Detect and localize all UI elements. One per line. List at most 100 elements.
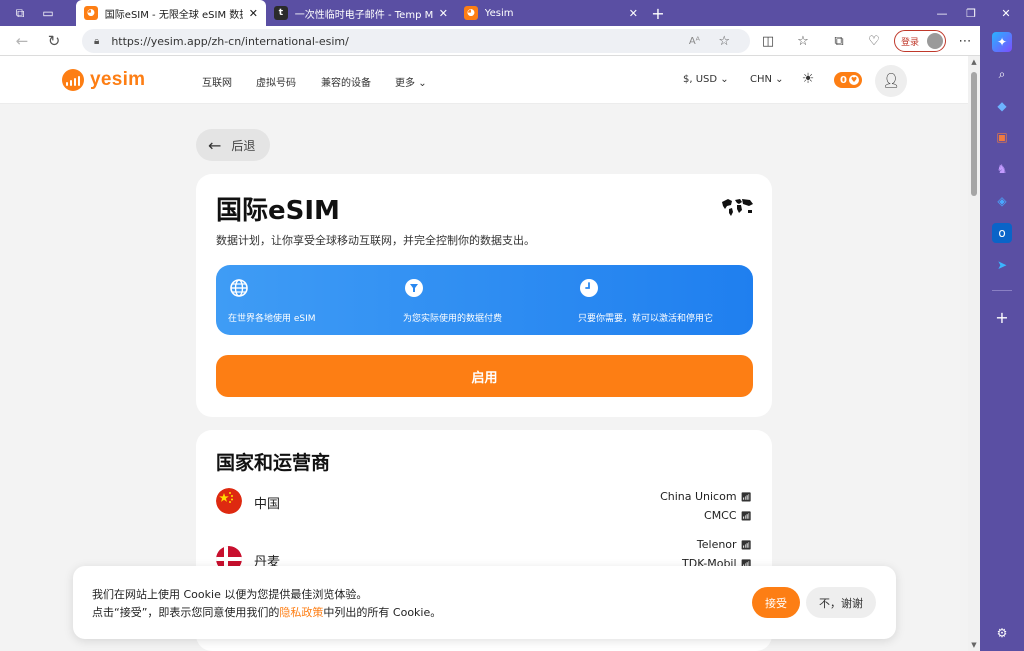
url-field[interactable]: 🔒︎ https://yesim.app/zh-cn/international…: [82, 29, 750, 53]
language-selector[interactable]: CHN ⌄: [750, 74, 784, 85]
refresh-icon[interactable]: ↻: [38, 26, 70, 56]
coins-badge[interactable]: 0 ♥: [834, 72, 862, 88]
nav-virtual-number[interactable]: 虚拟号码: [256, 74, 296, 89]
cookie-text-prefix: 点击“接受”，即表示您同意使用我们的: [92, 606, 280, 619]
browser-essentials-icon[interactable]: ♡: [859, 26, 889, 56]
chevron-down-icon: ⌄: [775, 74, 784, 85]
address-bar-row: ← ↻ 🔒︎ https://yesim.app/zh-cn/internati…: [0, 26, 980, 56]
theme-toggle-sun-icon[interactable]: ☀: [800, 71, 816, 87]
avatar: [927, 33, 943, 49]
arrow-left-icon: ←: [208, 135, 222, 155]
world-map-icon: [722, 199, 753, 216]
scroll-up-icon[interactable]: ▲: [968, 56, 980, 68]
nav-internet[interactable]: 互联网: [202, 74, 232, 89]
currency-label: $, USD: [683, 74, 718, 85]
features-banner: 在世界各地使用 eSIM 为您实际使用的数据付费 只要你需要，就可以激活和停用它: [216, 265, 753, 335]
tab-title: 国际eSIM - 无限全球 eSIM 数据计划: [104, 9, 243, 21]
page-title: 国际eSIM: [216, 196, 340, 226]
cookie-text-line1: 我们在网站上使用 Cookie 以便为您提供最佳浏览体验。: [92, 588, 368, 601]
nav-more[interactable]: 更多 ⌄: [395, 74, 427, 89]
nav-more-label: 更多: [395, 78, 415, 89]
scroll-down-icon[interactable]: ▼: [968, 639, 980, 651]
cookie-banner: 我们在网站上使用 Cookie 以便为您提供最佳浏览体验。 点击“接受”，即表示…: [73, 566, 896, 639]
heart-icon: ♥: [849, 75, 859, 85]
settings-icon[interactable]: ⚙: [992, 623, 1012, 643]
privacy-policy-link[interactable]: 隐私政策: [279, 606, 323, 619]
close-tab-icon[interactable]: ✕: [243, 7, 258, 20]
feature-label: 为您实际使用的数据付费: [403, 314, 503, 324]
operator-name: China Unicom: [660, 490, 737, 503]
copilot-app-icon[interactable]: ◈: [992, 191, 1012, 211]
send-icon[interactable]: ➤: [992, 255, 1012, 275]
read-aloud-icon[interactable]: Aᴬ: [689, 36, 700, 47]
antenna-icon: 📶︎: [740, 512, 752, 522]
filter-icon: [403, 277, 425, 299]
feature-item: 只要你需要，就可以激活和停用它: [578, 277, 713, 324]
minimize-icon[interactable]: —: [926, 0, 958, 26]
lock-icon: 🔒︎: [94, 35, 100, 47]
chevron-down-icon: ⌄: [418, 78, 427, 89]
favorite-star-icon[interactable]: ☆: [718, 34, 730, 49]
clock-icon: [578, 277, 600, 299]
games-icon[interactable]: ♞: [992, 159, 1012, 179]
edge-sidebar: ✦ ⌕ ◆ ▣ ♞ ◈ o ➤ + ⚙: [980, 26, 1024, 651]
page-subtitle: 数据计划，让你享受全球移动互联网，并完全控制你的数据支出。: [216, 234, 535, 247]
cookie-text-line2: 点击“接受”，即表示您同意使用我们的隐私政策中列出的所有 Cookie。: [92, 604, 441, 620]
cookie-text-suffix: 中列出的所有 Cookie。: [323, 606, 442, 619]
globe-icon: [228, 277, 250, 299]
antenna-icon: 📶︎: [740, 541, 752, 551]
country-row-china[interactable]: 中国 China Unicom 📶︎ CMCC 📶︎: [216, 488, 752, 528]
signin-button[interactable]: 登录: [894, 30, 946, 52]
feature-label: 在世界各地使用 eSIM: [228, 314, 316, 324]
collections-icon[interactable]: ⧉: [824, 26, 854, 56]
tab-title: Yesim: [484, 7, 514, 19]
back-button[interactable]: ← 后退: [196, 129, 270, 161]
yesim-favicon-icon: ◕: [84, 6, 98, 20]
decline-cookies-button[interactable]: 不，谢谢: [806, 587, 876, 618]
signin-label: 登录: [901, 37, 920, 48]
favorites-icon[interactable]: ☆: [788, 26, 818, 56]
tab-title: 一次性临时电子邮件 - Temp Mail: [294, 9, 433, 21]
tab-actions-icon[interactable]: ▭: [34, 0, 62, 26]
nav-compatible-devices[interactable]: 兼容的设备: [321, 74, 371, 89]
scrollbar-thumb[interactable]: [971, 72, 977, 196]
country-name: 中国: [254, 497, 281, 512]
close-tab-icon[interactable]: ✕: [623, 7, 638, 20]
close-window-icon[interactable]: ✕: [990, 0, 1022, 26]
restore-icon[interactable]: ❐: [955, 0, 987, 26]
url-text: https://yesim.app/zh-cn/international-es…: [111, 34, 349, 48]
add-icon[interactable]: +: [992, 307, 1012, 327]
search-icon[interactable]: ⌕: [992, 64, 1012, 84]
feature-label: 只要你需要，就可以激活和停用它: [578, 314, 714, 324]
accept-cookies-button[interactable]: 接受: [752, 587, 800, 618]
currency-selector[interactable]: $, USD ⌄: [683, 74, 729, 85]
copilot-icon[interactable]: ✦: [992, 32, 1012, 52]
feature-item: 为您实际使用的数据付费: [403, 277, 502, 324]
temp-mail-favicon-icon: t: [274, 6, 288, 20]
more-options-icon[interactable]: ⋯: [950, 26, 980, 56]
tab-yesim[interactable]: ◕ Yesim ✕: [456, 0, 646, 26]
outlook-icon[interactable]: o: [992, 223, 1012, 243]
feature-item: 在世界各地使用 eSIM: [228, 277, 316, 324]
shopping-tag-icon[interactable]: ◆: [992, 96, 1012, 116]
split-screen-icon[interactable]: ◫: [753, 26, 783, 56]
back-nav-icon[interactable]: ←: [6, 26, 38, 56]
logo-text: yesim: [90, 69, 146, 90]
coins-count: 0: [840, 74, 847, 86]
international-esim-card: 国际eSIM 数据计划，让你享受全球移动互联网，并完全控制你的数据支出。 在世界…: [196, 174, 772, 417]
section-title: 国家和运营商: [216, 452, 331, 474]
tab-temp-mail[interactable]: t 一次性临时电子邮件 - Temp Mail ✕: [266, 0, 456, 26]
chevron-down-icon: ⌄: [720, 74, 729, 85]
sidebar-divider: [992, 290, 1012, 291]
tab-yesim-international[interactable]: ◕ 国际eSIM - 无限全球 eSIM 数据计划 ✕: [76, 0, 266, 26]
profile-icon[interactable]: 👤︎: [875, 65, 907, 97]
page-scrollbar[interactable]: ▲ ▼: [968, 56, 980, 651]
tools-icon[interactable]: ▣: [992, 127, 1012, 147]
antenna-icon: 📶︎: [740, 493, 752, 503]
workspaces-icon[interactable]: ⧉: [6, 0, 34, 26]
yesim-logo[interactable]: yesim: [62, 69, 145, 91]
activate-button[interactable]: 启用: [216, 355, 753, 397]
yesim-favicon-icon: ◕: [464, 6, 478, 20]
close-tab-icon[interactable]: ✕: [433, 7, 448, 20]
new-tab-button[interactable]: +: [646, 0, 670, 26]
